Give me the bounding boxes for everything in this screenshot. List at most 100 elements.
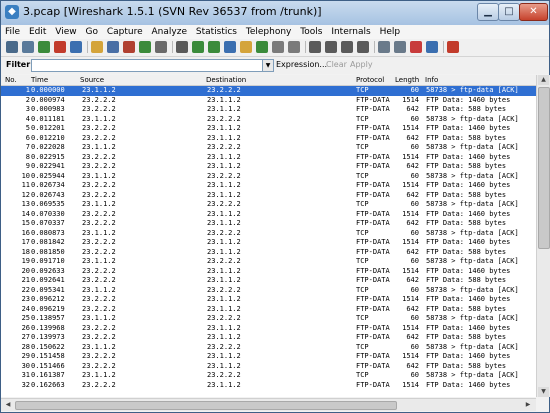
vertical-scrollbar[interactable]: ▲ ▼ (536, 75, 550, 397)
packet-row[interactable]: 24 0.096219 23.2.2.2 23.1.1.2 FTP-DATA 642 FTP… (1, 305, 536, 315)
packet-cell-dst: 23.1.1.2 (207, 361, 241, 370)
print-icon[interactable] (155, 41, 167, 53)
column-header-info[interactable]: Info (425, 75, 438, 85)
menu-telephony[interactable]: Telephony (243, 25, 295, 39)
packet-cell-no: 20 (21, 266, 30, 275)
stop-capture-icon[interactable] (54, 41, 66, 53)
display-filter-input[interactable] (31, 59, 264, 72)
packet-cell-time: 0.000000 (31, 86, 65, 94)
packet-row[interactable]: 7 0.022028 23.1.1.2 23.2.2.2 TCP 60 58738 > ft… (1, 143, 536, 153)
options-icon[interactable] (22, 41, 34, 53)
go-back-icon[interactable] (192, 41, 204, 53)
packet-row[interactable]: 23 0.096212 23.2.2.2 23.1.1.2 FTP-DATA 1514 FT… (1, 295, 536, 305)
column-header-time[interactable]: Time (31, 75, 48, 85)
menu-internals[interactable]: Internals (328, 25, 373, 39)
minimize-button[interactable]: ▁ (477, 3, 499, 21)
packet-cell-no: 28 (21, 342, 30, 351)
menu-capture[interactable]: Capture (104, 25, 146, 39)
scroll-left-arrow-icon[interactable]: ◀ (3, 400, 13, 410)
auto-scroll-icon[interactable] (288, 41, 300, 53)
packet-row[interactable]: 29 0.151458 23.2.2.2 23.1.1.2 FTP-DATA 1514 FT… (1, 352, 536, 362)
scroll-down-arrow-icon[interactable]: ▼ (538, 387, 549, 397)
packet-row[interactable]: 21 0.092641 23.2.2.2 23.1.1.2 FTP-DATA 642 FTP… (1, 276, 536, 286)
packet-row[interactable]: 28 0.150622 23.1.1.2 23.2.2.2 TCP 60 58738 > f… (1, 343, 536, 353)
menu-view[interactable]: View (52, 25, 79, 39)
preferences-icon[interactable] (426, 41, 438, 53)
packet-row[interactable]: 32 0.162663 23.2.2.2 23.1.1.2 FTP-DATA 1514 FT… (1, 381, 536, 391)
capture-filters-icon[interactable] (378, 41, 390, 53)
clear-filter-button[interactable]: Clear (326, 60, 347, 69)
packet-row[interactable]: 8 0.022915 23.2.2.2 23.1.1.2 FTP-DATA 1514 FTP… (1, 153, 536, 163)
resize-columns-icon[interactable] (357, 41, 369, 53)
packet-row[interactable]: 25 0.138957 23.1.1.2 23.2.2.2 TCP 60 58738 > f… (1, 314, 536, 324)
close-file-icon[interactable] (123, 41, 135, 53)
packet-row[interactable]: 2 0.000974 23.2.2.2 23.1.1.2 FTP-DATA 1514 FTP… (1, 96, 536, 106)
zoom-in-icon[interactable] (309, 41, 321, 53)
column-header-no[interactable]: No. (5, 75, 17, 85)
interfaces-icon[interactable] (6, 41, 18, 53)
packet-row[interactable]: 5 0.012201 23.2.2.2 23.1.1.2 FTP-DATA 1514 FTP… (1, 124, 536, 134)
go-last-icon[interactable] (256, 41, 268, 53)
packet-cell-proto: TCP (356, 257, 369, 265)
packet-row[interactable]: 15 0.070337 23.2.2.2 23.1.1.2 FTP-DATA 642 FTP… (1, 219, 536, 229)
horizontal-scrollbar[interactable]: ◀ ▶ (1, 398, 536, 411)
menu-tools[interactable]: Tools (297, 25, 325, 39)
packet-row[interactable]: 12 0.026743 23.2.2.2 23.1.1.2 FTP-DATA 642 FTP… (1, 191, 536, 201)
display-filters-icon[interactable] (394, 41, 406, 53)
filter-dropdown-button[interactable]: ▼ (262, 59, 274, 72)
packet-row[interactable]: 14 0.070330 23.2.2.2 23.1.1.2 FTP-DATA 1514 FT… (1, 210, 536, 220)
menu-go[interactable]: Go (82, 25, 100, 39)
packet-row[interactable]: 22 0.095341 23.1.1.2 23.2.2.2 TCP 60 58738 > f… (1, 286, 536, 296)
column-header-protocol[interactable]: Protocol (356, 75, 384, 85)
open-file-icon[interactable] (91, 41, 103, 53)
vertical-scroll-thumb[interactable] (538, 87, 550, 249)
scroll-right-arrow-icon[interactable]: ▶ (523, 400, 533, 410)
packet-row[interactable]: 27 0.139973 23.2.2.2 23.1.1.2 FTP-DATA 642 FTP… (1, 333, 536, 343)
restart-capture-icon[interactable] (70, 41, 82, 53)
go-first-icon[interactable] (240, 41, 252, 53)
packet-row[interactable]: 20 0.092633 23.2.2.2 23.1.1.2 FTP-DATA 1514 FT… (1, 267, 536, 277)
menu-statistics[interactable]: Statistics (193, 25, 240, 39)
scroll-up-arrow-icon[interactable]: ▲ (538, 75, 549, 85)
menu-help[interactable]: Help (377, 25, 404, 39)
packet-row[interactable]: 19 0.091710 23.1.1.2 23.2.2.2 TCP 60 58738 > f… (1, 257, 536, 267)
column-header-source[interactable]: Source (80, 75, 104, 85)
packet-row[interactable]: 9 0.022941 23.2.2.2 23.1.1.2 FTP-DATA 642 FTP … (1, 162, 536, 172)
start-capture-icon[interactable] (38, 41, 50, 53)
packet-row[interactable]: 11 0.026734 23.2.2.2 23.1.1.2 FTP-DATA 1514 FT… (1, 181, 536, 191)
colorize-icon[interactable] (272, 41, 284, 53)
apply-filter-button[interactable]: Apply (350, 60, 373, 69)
packet-row[interactable]: 26 0.139968 23.2.2.2 23.1.1.2 FTP-DATA 1514 FT… (1, 324, 536, 334)
close-button[interactable]: ✕ (519, 3, 548, 21)
normal-size-icon[interactable] (341, 41, 353, 53)
reload-icon[interactable] (139, 41, 151, 53)
packet-row[interactable]: 31 0.161387 23.1.1.2 23.2.2.2 TCP 60 58738 > f… (1, 371, 536, 381)
packet-row[interactable]: 30 0.151466 23.2.2.2 23.1.1.2 FTP-DATA 642 FTP… (1, 362, 536, 372)
save-file-icon[interactable] (107, 41, 119, 53)
menu-file[interactable]: File (2, 25, 23, 39)
coloring-rules-icon[interactable] (410, 41, 422, 53)
packet-row[interactable]: 18 0.081850 23.2.2.2 23.1.1.2 FTP-DATA 642 FTP… (1, 248, 536, 258)
packet-row[interactable]: 4 0.011181 23.1.1.2 23.2.2.2 TCP 60 58738 > ft… (1, 115, 536, 125)
packet-row[interactable]: 1 0.000000 23.1.1.2 23.2.2.2 TCP 60 58738 > ft… (1, 86, 536, 96)
menu-edit[interactable]: Edit (26, 25, 49, 39)
expression-button[interactable]: Expression... (276, 60, 327, 69)
title-bar[interactable]: ◆ 3.pcap [Wireshark 1.5.1 (SVN Rev 36537… (1, 1, 549, 25)
packet-row[interactable]: 16 0.080873 23.1.1.2 23.2.2.2 TCP 60 58738 > f… (1, 229, 536, 239)
find-packet-icon[interactable] (176, 41, 188, 53)
column-header-destination[interactable]: Destination (206, 75, 246, 85)
zoom-out-icon[interactable] (325, 41, 337, 53)
help-icon[interactable] (447, 41, 459, 53)
horizontal-scroll-thumb[interactable] (15, 401, 397, 410)
packet-row[interactable]: 6 0.012210 23.2.2.2 23.1.1.2 FTP-DATA 642 FTP … (1, 134, 536, 144)
go-forward-icon[interactable] (208, 41, 220, 53)
packet-row[interactable]: 17 0.081842 23.2.2.2 23.1.1.2 FTP-DATA 1514 FT… (1, 238, 536, 248)
packet-row[interactable]: 3 0.000983 23.2.2.2 23.1.1.2 FTP-DATA 642 FTP … (1, 105, 536, 115)
column-header-length[interactable]: Length (395, 75, 419, 85)
packet-row[interactable]: 13 0.069535 23.1.1.2 23.2.2.2 TCP 60 58738 > f… (1, 200, 536, 210)
packet-cell-time: 0.092633 (31, 266, 65, 275)
maximize-button[interactable]: □ (498, 3, 520, 21)
packet-row[interactable]: 10 0.025944 23.1.1.2 23.2.2.2 TCP 60 58738 > f… (1, 172, 536, 182)
go-to-packet-icon[interactable] (224, 41, 236, 53)
menu-analyze[interactable]: Analyze (149, 25, 190, 39)
